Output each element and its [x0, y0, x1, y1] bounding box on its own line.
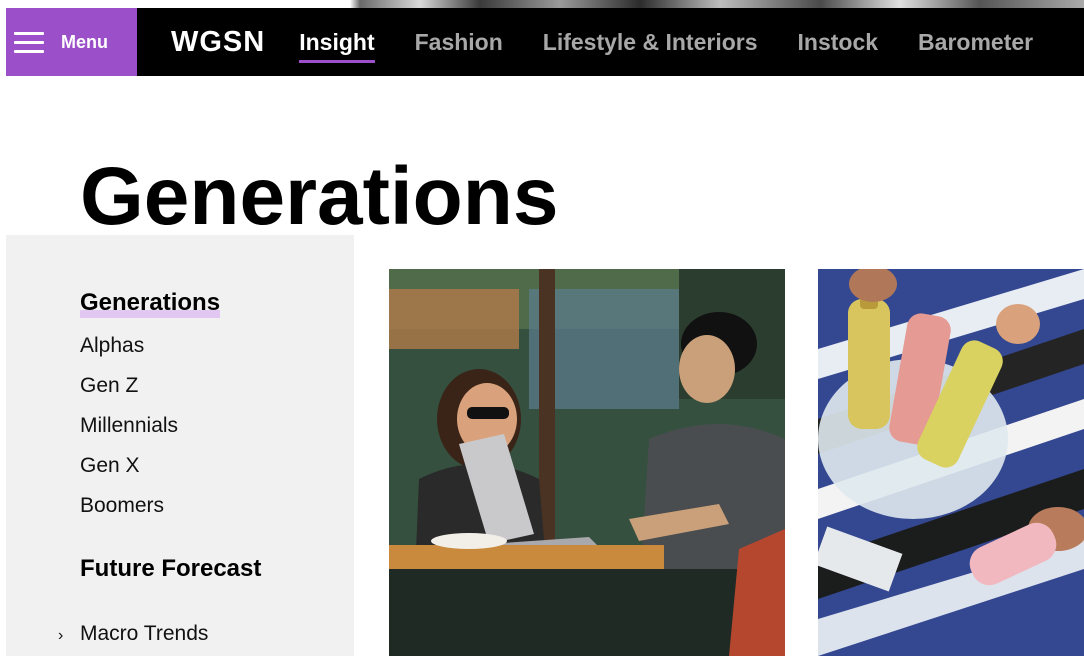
- sidebar-item-boomers[interactable]: Boomers: [80, 486, 350, 526]
- card-image-picnic-bottles[interactable]: [818, 269, 1084, 656]
- nav-item-barometer[interactable]: Barometer: [918, 29, 1033, 56]
- nav-item-insight[interactable]: Insight: [299, 29, 376, 63]
- sidebar: Generations Alphas Gen Z Millennials Gen…: [80, 288, 350, 584]
- top-navbar: Menu WGSN Insight Fashion Lifestyle & In…: [6, 8, 1084, 76]
- sidebar-item-gen-z[interactable]: Gen Z: [80, 366, 350, 406]
- nav-item-lifestyle-interiors[interactable]: Lifestyle & Interiors: [543, 29, 758, 56]
- sidebar-item-alphas[interactable]: Alphas: [80, 326, 350, 366]
- sidebar-item-macro-trends[interactable]: › Macro Trends: [58, 622, 208, 646]
- menu-button[interactable]: Menu: [6, 8, 137, 76]
- nav-item-fashion[interactable]: Fashion: [415, 29, 503, 56]
- hamburger-icon: [14, 31, 44, 53]
- sidebar-item-millennials[interactable]: Millennials: [80, 406, 350, 446]
- card-image-cafe-laptop[interactable]: [389, 269, 785, 656]
- wgsn-logo[interactable]: WGSN: [171, 26, 265, 59]
- cafe-photo: [389, 269, 785, 656]
- chevron-right-icon: ›: [58, 627, 64, 644]
- sidebar-item-label: Macro Trends: [80, 622, 209, 645]
- menu-label: Menu: [61, 31, 108, 52]
- sidebar-item-gen-x[interactable]: Gen X: [80, 446, 350, 486]
- hero-image-strip: [0, 0, 1084, 8]
- sidebar-list-generations: Alphas Gen Z Millennials Gen X Boomers: [80, 326, 350, 526]
- sidebar-heading-future-forecast[interactable]: Future Forecast: [80, 554, 350, 584]
- picnic-photo: [818, 269, 1084, 656]
- nav-item-instock[interactable]: Instock: [798, 29, 879, 56]
- sidebar-heading-generations[interactable]: Generations: [80, 288, 221, 318]
- page-title: Generations: [80, 151, 559, 242]
